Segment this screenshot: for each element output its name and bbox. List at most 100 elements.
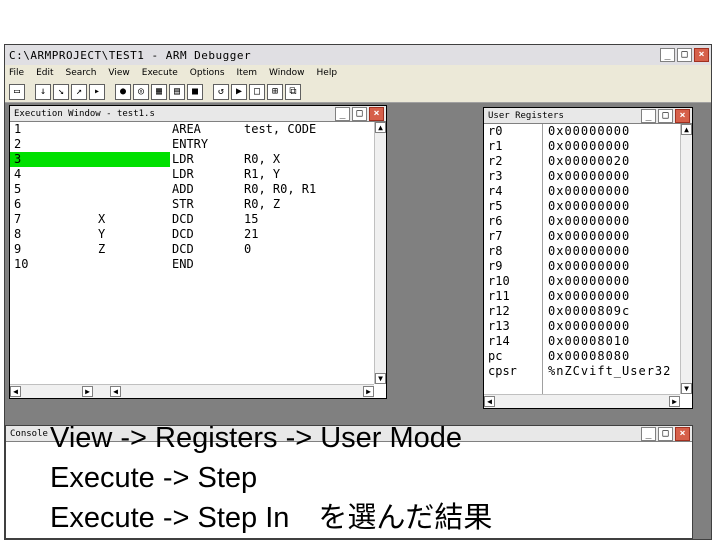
registers-title-bar[interactable]: User Registers _ □ × — [484, 108, 692, 124]
exec-minimize-button[interactable]: _ — [335, 106, 350, 121]
register-value: 0x00000000 — [548, 274, 631, 288]
scroll-up-icon[interactable]: ▲ — [375, 122, 386, 133]
menu-view[interactable]: View — [108, 68, 129, 78]
open-icon[interactable]: ▭ — [9, 83, 25, 100]
register-row[interactable]: pc 0x00008080 — [484, 349, 680, 364]
exec-vertical-scrollbar[interactable]: ▲ ▼ — [374, 122, 386, 384]
menu-item[interactable]: Item — [237, 68, 258, 78]
breakpoint-icon[interactable]: ● — [115, 83, 131, 100]
source-line[interactable]: 4 LDR R1, Y — [10, 167, 374, 182]
maximize-button[interactable]: □ — [677, 48, 692, 62]
regs-horizontal-scrollbar[interactable]: ◀ ▶ — [484, 394, 680, 408]
register-row[interactable]: r10 0x00000000 — [484, 274, 680, 289]
register-value: 0x00000000 — [548, 244, 631, 258]
register-row[interactable]: r12 0x0000809c — [484, 304, 680, 319]
window-icon[interactable]: □ — [249, 83, 265, 100]
source-line[interactable]: 3 LDR R0, X — [10, 152, 374, 167]
close-button[interactable]: × — [694, 48, 709, 62]
register-row[interactable]: r11 0x00000000 — [484, 289, 680, 304]
source-listing[interactable]: 1 AREA test, CODE 2 ENTRY 3 LDR R0, X 4 LDR R1, Y5… — [10, 122, 374, 384]
slide-caption: View -> Registers -> User Mode Execute -… — [50, 418, 492, 538]
memory-icon[interactable]: ▦ — [151, 83, 167, 100]
register-row[interactable]: r4 0x00000000 — [484, 184, 680, 199]
cascade-icon[interactable]: ⧉ — [285, 83, 301, 100]
go-icon[interactable]: ▶ — [231, 83, 247, 100]
registers-window-title: User Registers — [488, 110, 564, 121]
regs-minimize-button[interactable]: _ — [641, 108, 656, 123]
reset-icon[interactable]: ↺ — [213, 83, 229, 100]
register-row[interactable]: r3 0x00000000 — [484, 169, 680, 184]
register-row[interactable]: r2 0x00000020 — [484, 154, 680, 169]
line-operands: 0 — [244, 242, 252, 256]
register-name: r10 — [488, 274, 510, 288]
source-line[interactable]: 2 ENTRY — [10, 137, 374, 152]
register-row[interactable]: r7 0x00000000 — [484, 229, 680, 244]
register-row[interactable]: r8 0x00000000 — [484, 244, 680, 259]
register-name: r6 — [488, 214, 503, 228]
register-row[interactable]: r1 0x00000000 — [484, 139, 680, 154]
line-opcode: DCD — [172, 227, 194, 241]
register-value: 0x00000020 — [548, 154, 631, 168]
line-operands: R0, X — [244, 152, 281, 166]
menu-file[interactable]: File — [9, 68, 24, 78]
console-maximize-button[interactable]: □ — [658, 426, 673, 441]
source-line[interactable]: 9 Z DCD 0 — [10, 242, 374, 257]
scroll-left-icon[interactable]: ◀ — [10, 386, 21, 397]
register-row[interactable]: cpsr %nZCvift_User32 — [484, 364, 680, 379]
tile-icon[interactable]: ⊞ — [267, 83, 283, 100]
source-line[interactable]: 1 AREA test, CODE — [10, 122, 374, 137]
main-title-bar[interactable]: C:\ARMPROJECT\TEST1 - ARM Debugger _ □ × — [5, 45, 711, 65]
exec-horizontal-scrollbar[interactable]: ◀ ▶ ◀ ▶ — [10, 384, 374, 398]
register-row[interactable]: r6 0x00000000 — [484, 214, 680, 229]
source-line[interactable]: 7 X DCD 15 — [10, 212, 374, 227]
source-line[interactable]: 5 ADD R0, R0, R1 — [10, 182, 374, 197]
scroll-up-icon[interactable]: ▲ — [681, 124, 692, 135]
step-out-icon[interactable]: ↗ — [71, 83, 87, 100]
scroll-right-icon[interactable]: ▶ — [669, 396, 680, 407]
register-row[interactable]: r14 0x00008010 — [484, 334, 680, 349]
step-in-icon[interactable]: ↘ — [53, 83, 69, 100]
register-icon[interactable]: ▤ — [169, 83, 185, 100]
source-line[interactable]: 6 STR R0, Z — [10, 197, 374, 212]
menu-edit[interactable]: Edit — [36, 68, 53, 78]
register-name: r4 — [488, 184, 503, 198]
regs-vertical-scrollbar[interactable]: ▲ ▼ — [680, 124, 692, 394]
scroll-right-icon[interactable]: ▶ — [363, 386, 374, 397]
register-row[interactable]: r0 0x00000000 — [484, 124, 680, 139]
console-close-button[interactable]: × — [675, 426, 690, 441]
menu-options[interactable]: Options — [190, 68, 225, 78]
register-row[interactable]: r9 0x00000000 — [484, 259, 680, 274]
exec-maximize-button[interactable]: □ — [352, 106, 367, 121]
register-value: 0x00000000 — [548, 199, 631, 213]
menu-search[interactable]: Search — [66, 68, 97, 78]
register-row[interactable]: r5 0x00000000 — [484, 199, 680, 214]
console-minimize-button[interactable]: _ — [641, 426, 656, 441]
scroll-left-icon[interactable]: ◀ — [110, 386, 121, 397]
exec-close-button[interactable]: × — [369, 106, 384, 121]
menu-execute[interactable]: Execute — [142, 68, 178, 78]
menu-help[interactable]: Help — [317, 68, 338, 78]
stop-icon[interactable]: ■ — [187, 83, 203, 100]
scroll-down-icon[interactable]: ▼ — [375, 373, 386, 384]
regs-maximize-button[interactable]: □ — [658, 108, 673, 123]
scroll-right-icon[interactable]: ▶ — [82, 386, 93, 397]
run-icon[interactable]: ▸ — [89, 83, 105, 100]
register-name: r13 — [488, 319, 510, 333]
minimize-button[interactable]: _ — [660, 48, 675, 62]
register-value: %nZCvift_User32 — [548, 364, 672, 378]
line-number: 5 — [14, 182, 22, 196]
regs-close-button[interactable]: × — [675, 108, 690, 123]
watch-icon[interactable]: ◎ — [133, 83, 149, 100]
step-icon[interactable]: ↓ — [35, 83, 51, 100]
source-line[interactable]: 10 END — [10, 257, 374, 272]
register-table[interactable]: r0 0x00000000 r1 0x00000000 r2 0x00000020 r3 0x… — [484, 124, 680, 394]
scroll-down-icon[interactable]: ▼ — [681, 383, 692, 394]
menu-window[interactable]: Window — [269, 68, 305, 78]
line-number: 7 — [14, 212, 22, 226]
line-opcode: LDR — [172, 152, 194, 166]
source-line[interactable]: 8 Y DCD 21 — [10, 227, 374, 242]
scroll-left-icon[interactable]: ◀ — [484, 396, 495, 407]
execution-title-bar[interactable]: Execution Window - test1.s _ □ × — [10, 106, 386, 122]
register-name: pc — [488, 349, 503, 363]
register-row[interactable]: r13 0x00000000 — [484, 319, 680, 334]
